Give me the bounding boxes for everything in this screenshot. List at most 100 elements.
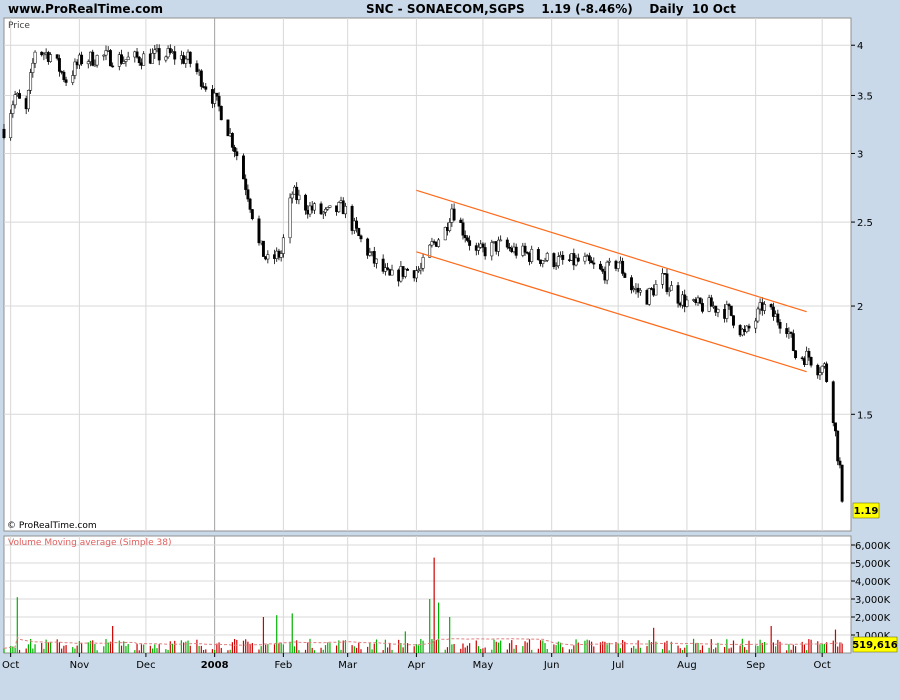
candle-body [530,249,534,262]
candle-body [188,51,192,64]
candle-body [122,61,126,64]
x-tick-label: Apr [408,660,426,671]
candle-body [49,54,53,62]
candle-body [33,51,37,64]
candle-body [71,75,75,83]
candle-body [556,256,560,266]
candle-body [29,72,33,91]
candle-body [623,273,627,278]
candle-body [437,239,441,247]
candle-body [840,464,844,502]
candle-body [108,50,112,67]
price-tick-label: 2 [857,302,863,313]
candle-body [368,252,372,256]
x-tick-label: Mar [338,660,358,671]
candle-body [257,218,261,244]
candle-body [756,308,760,322]
candle-body [357,228,361,237]
candle-body [536,249,540,261]
candle-body [583,256,587,262]
candle-body [685,299,689,307]
volume-tick-label: 4,000K [855,577,891,588]
price-y-axis: 4 3.5 3 2.5 2 1.5 [851,41,873,421]
x-tick-label: Oct [2,660,19,671]
candle-body [836,430,840,462]
candle-body [514,246,518,256]
candle-body [2,128,6,138]
x-tick-label: Feb [275,660,293,671]
price-panel [3,17,852,532]
candle-body [754,320,758,329]
candle-body [807,350,811,358]
candle-body [244,178,248,190]
candle-body [248,198,252,210]
candle-body [700,303,704,312]
candle-body [235,151,239,157]
candle-body [647,288,651,305]
candle-body [355,220,358,229]
candle-body [326,207,330,210]
candle-body [729,305,733,316]
candle-body [246,189,250,200]
candle-body [26,90,30,110]
volume-y-axis: 6,000K5,000K4,000K3,000K2,000K1,000K [851,541,891,642]
x-tick-label: May [473,660,494,671]
x-tick-label: Dec [136,660,155,671]
candle-body [421,257,425,269]
candle-body [173,51,177,60]
candle-body [266,254,270,260]
candle-body [545,253,549,261]
candle-body [459,219,463,223]
candle-body [601,268,605,272]
candle-body [468,240,472,246]
candle-body [523,245,527,253]
candle-body [669,285,673,291]
candle-body [157,48,161,61]
candle-body [11,104,15,114]
x-tick-label: Nov [70,660,90,671]
candle-body [290,193,294,199]
candle-body [414,270,418,279]
candle-body [716,309,720,313]
volume-tick-label: 6,000K [855,541,891,552]
x-tick-label: 2008 [201,660,229,671]
volume-label: Volume Moving average (Simple 38) [8,538,171,548]
volume-tick-label: 2,000K [855,613,891,624]
candle-body [126,56,130,61]
x-tick-label: Sep [746,660,765,671]
candle-body [359,235,363,240]
candle-body [747,325,751,329]
candle-body [505,239,509,248]
candle-body [791,333,795,351]
candle-body [561,254,565,260]
candle-body [321,211,325,215]
x-tick-label: Jun [543,660,560,671]
candle-body [776,313,780,323]
volume-tick-label: 5,000K [855,559,891,570]
candle-body [497,239,500,252]
x-axis: Oct Nov Dec 2008 Feb Mar Apr May Jun Jul Aug Sep Oct [2,653,831,671]
candle-body [587,255,591,261]
candle-body [86,61,90,65]
candle-body [242,155,245,180]
candle-body [665,273,669,293]
candle-body [64,79,68,83]
candle-body [448,222,452,231]
candle-body [676,285,680,304]
candle-body [288,197,292,239]
candle-body [390,269,394,276]
candle-body [598,263,602,270]
candle-body [386,267,390,270]
candle-body [261,240,265,257]
candle-body [184,58,188,64]
stock-chart[interactable]: Price © ProRealTime.com 4 3.5 3 2.5 2 1.5 1.1… [0,0,900,700]
candle-body [499,239,503,242]
candle-body [661,273,664,285]
candle-body [95,55,99,66]
candle-body [477,247,480,251]
candle-body [13,94,17,106]
candle-body [732,315,735,326]
candle-body [57,58,61,72]
candle-body [490,242,494,257]
volume-tick-label: 3,000K [855,595,891,606]
